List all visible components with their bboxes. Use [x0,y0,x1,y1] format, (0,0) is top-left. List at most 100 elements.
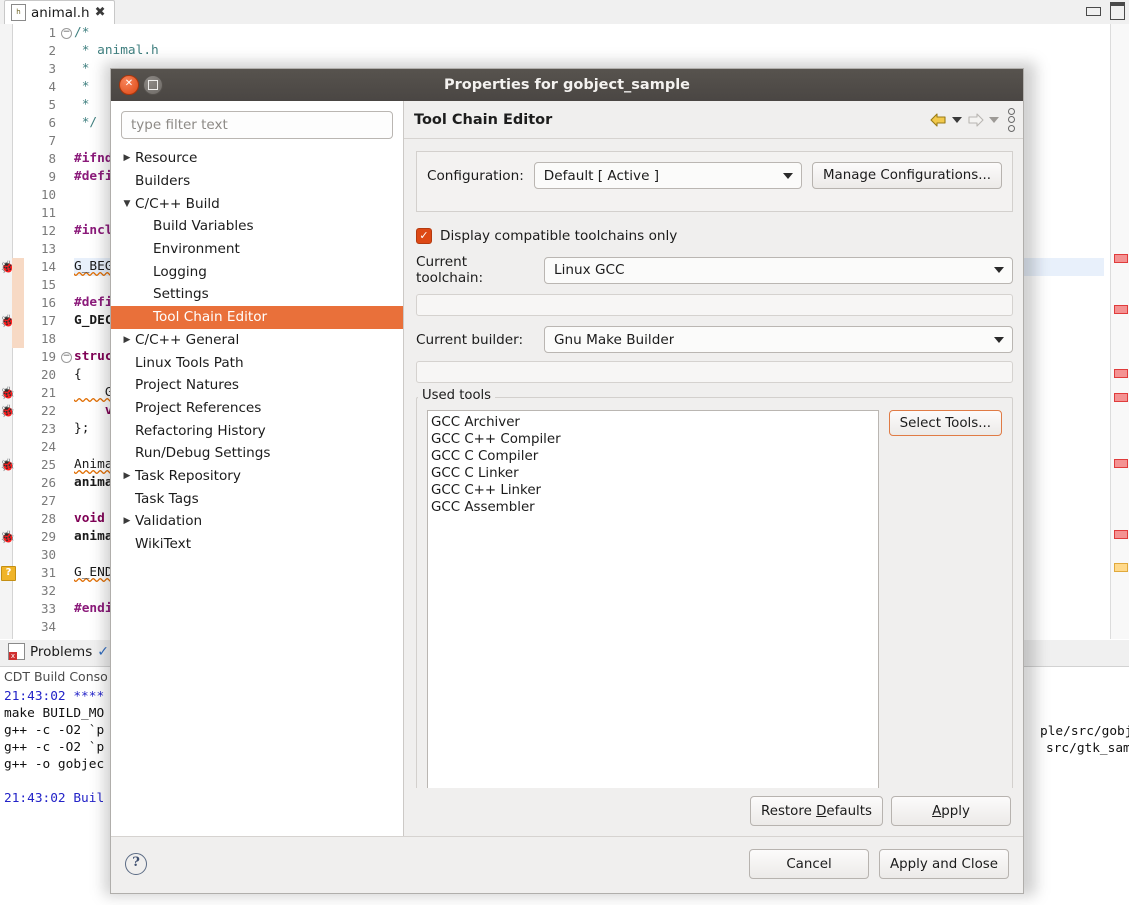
chevron-down-icon [994,267,1004,273]
sidebar-item-validation[interactable]: ▶ Validation [111,510,403,533]
code-line[interactable]: * animal.h [74,42,1104,60]
error-marker-icon[interactable]: 🐞 [0,386,15,400]
line-number: 18 [40,331,56,346]
editor-tab-label: animal.h [31,4,90,21]
used-tools-list[interactable]: GCC Archiver GCC C++ Compiler GCC C Compil… [427,410,879,788]
sidebar-item-task-tags[interactable]: Task Tags [111,487,403,510]
sidebar-item-label: Linux Tools Path [135,354,244,371]
line-number: 33 [40,601,56,616]
line-number: 24 [40,439,56,454]
sidebar-item-wikitext[interactable]: WikiText [111,533,403,556]
filter-input[interactable] [121,111,393,139]
used-tools-border: GCC Archiver GCC C++ Compiler GCC C Compil… [416,397,1013,788]
error-marker-icon[interactable]: 🐞 [0,458,15,472]
sidebar-item-resource[interactable]: ▶ Resource [111,147,403,170]
list-item[interactable]: GCC C++ Compiler [431,431,878,448]
chevron-right-icon[interactable]: ▶ [119,471,135,481]
code-folding-column[interactable]: − − [60,24,74,639]
line-number: 20 [40,367,56,382]
sidebar-item-project-references[interactable]: Project References [111,397,403,420]
overview-marker-error[interactable] [1114,530,1128,539]
configuration-group: Configuration: Default [ Active ] Manage… [416,151,1013,212]
apply-and-close-button[interactable]: Apply and Close [879,849,1009,879]
line-number: 10 [40,187,56,202]
error-marker-icon[interactable]: 🐞 [0,404,15,418]
overview-ruler[interactable] [1110,24,1129,639]
sidebar-item-linux-tools-path[interactable]: Linux Tools Path [111,351,403,374]
vertical-dots-icon[interactable] [1008,107,1015,132]
sidebar-item-logging[interactable]: Logging [111,260,403,283]
warning-marker-icon[interactable]: ? [1,566,16,581]
select-tools-button[interactable]: Select Tools... [888,410,1002,436]
line-number: 11 [40,205,56,220]
sidebar-item-c-c-general[interactable]: ▶ C/C++ General [111,329,403,352]
check-icon[interactable]: ✓ [416,228,432,244]
error-marker-icon[interactable]: 🐞 [0,530,15,544]
close-icon[interactable]: ✖ [95,6,106,19]
chevron-right-icon[interactable]: ▶ [119,516,135,526]
sidebar-item-label: Run/Debug Settings [135,445,271,462]
line-number: 31 [40,565,56,580]
overview-marker-error[interactable] [1114,459,1128,468]
code-line[interactable]: /* [74,24,1104,42]
sidebar-item-run-debug-settings[interactable]: Run/Debug Settings [111,442,403,465]
minimize-icon[interactable] [1086,6,1101,16]
sidebar-item-tool-chain-editor[interactable]: Tool Chain Editor [111,305,403,329]
chevron-down-icon [782,172,793,179]
console-title: CDT Build Conso [4,669,108,684]
chevron-right-icon[interactable]: ▶ [119,335,135,345]
close-icon[interactable]: ✕ [119,75,139,95]
chevron-right-icon[interactable]: ▶ [119,153,135,163]
help-icon[interactable]: ? [125,853,147,875]
list-item[interactable]: GCC Archiver [431,414,878,431]
chevron-down-icon[interactable] [952,116,962,123]
dialog-titlebar[interactable]: ✕ Properties for gobject_sample [111,69,1023,101]
list-item[interactable]: GCC C Linker [431,465,878,482]
editor-marker-column[interactable]: 🐞 🐞 🐞 🐞 🐞 🐞? [0,24,24,639]
tab-problems[interactable]: Problems ✓ [8,643,109,660]
settings-tree[interactable]: ▶ Resource Builders ▼ C/C++ Build Build Varia… [111,147,403,836]
overview-marker-warning[interactable] [1114,563,1128,572]
configuration-combo[interactable]: Default [ Active ] [533,162,802,189]
sidebar-item-task-repository[interactable]: ▶ Task Repository [111,465,403,488]
arrow-left-icon[interactable] [930,112,947,127]
sidebar-item-label: Settings [153,286,209,303]
sidebar-item-label: WikiText [135,536,192,553]
fold-toggle-icon[interactable]: − [61,28,72,39]
list-item[interactable]: GCC C Compiler [431,448,878,465]
chevron-down-icon[interactable]: ▼ [119,199,135,209]
display-compatible-row[interactable]: ✓ Display compatible toolchains only [416,228,1013,244]
maximize-icon[interactable] [1110,2,1125,20]
sidebar-item-builders[interactable]: Builders [111,170,403,193]
maximize-icon[interactable] [143,75,163,95]
occurrence-band [12,258,24,348]
list-item[interactable]: GCC Assembler [431,499,878,516]
list-item[interactable]: GCC C++ Linker [431,482,878,499]
display-compatible-label: Display compatible toolchains only [440,228,678,244]
apply-button[interactable]: Apply [891,796,1011,826]
dialog-window-buttons: ✕ [119,75,163,95]
editor-tab-animal-h[interactable]: h animal.h ✖ [4,0,115,24]
sidebar-item-refactoring-history[interactable]: Refactoring History [111,419,403,442]
sidebar-item-build-variables[interactable]: Build Variables [111,215,403,238]
sidebar-item-label: Refactoring History [135,422,266,439]
fold-toggle-icon[interactable]: − [61,352,72,363]
manage-configurations-button[interactable]: Manage Configurations... [811,162,1002,189]
current-toolchain-label: Current toolchain: [416,254,484,286]
overview-marker-error[interactable] [1114,305,1128,314]
sidebar-item-settings[interactable]: Settings [111,283,403,306]
current-toolchain-combo[interactable]: Linux GCC [544,256,1013,284]
current-builder-combo[interactable]: Gnu Make Builder [544,326,1013,353]
overview-marker-error[interactable] [1114,254,1128,263]
sidebar-item-project-natures[interactable]: Project Natures [111,374,403,397]
sidebar-item-environment[interactable]: Environment [111,238,403,261]
overview-marker-error[interactable] [1114,393,1128,402]
cancel-button[interactable]: Cancel [749,849,869,879]
sidebar-item-c-c-build[interactable]: ▼ C/C++ Build [111,192,403,215]
sidebar-item-label: Build Variables [153,218,254,235]
restore-defaults-button[interactable]: Restore Defaults [750,796,883,826]
overview-marker-error[interactable] [1114,369,1128,378]
line-number: 6 [48,115,56,130]
line-number: 9 [48,169,56,184]
line-number: 2 [48,43,56,58]
